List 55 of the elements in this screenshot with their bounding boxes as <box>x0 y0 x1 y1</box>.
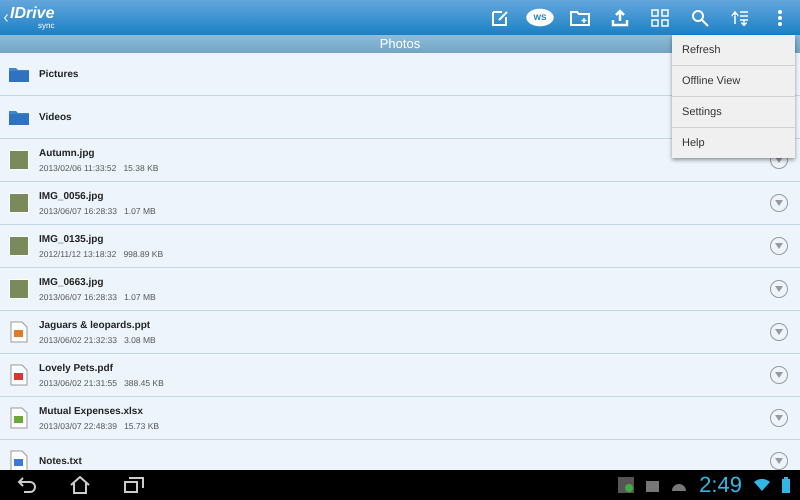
file-name: Videos <box>39 112 72 122</box>
grid-view-icon[interactable] <box>651 8 669 26</box>
document-icon <box>10 407 28 429</box>
file-name: Pictures <box>39 68 78 80</box>
menu-item[interactable]: Refresh <box>672 35 795 66</box>
menu-item[interactable]: Offline View <box>672 66 795 97</box>
file-details: 2013/03/07 22:48:39 15.73 KB <box>39 420 160 430</box>
file-row[interactable]: Mutual Expenses.xlsx 2013/03/07 22:48:39 15.73 KB <box>0 397 800 440</box>
photo-placeholder <box>9 193 29 213</box>
file-row[interactable]: Jaguars & leopards.ppt 2013/06/02 21:32:33 3.08 MB <box>0 311 800 354</box>
file-details: 2012/11/12 13:18:32 998.89 KB <box>39 248 164 258</box>
menu-item[interactable]: Settings <box>672 97 795 128</box>
search-icon[interactable] <box>691 8 709 26</box>
file-row[interactable]: IMG_0056.jpg 2013/06/07 16:28:33 1.07 MB <box>0 182 800 225</box>
edit-icon[interactable] <box>491 8 509 26</box>
logo[interactable]: IDrive sync <box>10 6 54 30</box>
file-name: Notes.txt <box>39 456 82 466</box>
more-menu-icon[interactable] <box>777 8 783 26</box>
expand-caret-icon[interactable] <box>770 409 788 427</box>
document-icon <box>10 450 28 470</box>
back-chevron-icon[interactable] <box>4 14 8 22</box>
file-details: 2013/02/06 11:33:52 15.38 KB <box>39 162 158 172</box>
clock: 2:49 <box>699 472 742 498</box>
file-name: IMG_0135.jpg <box>39 234 104 244</box>
file-name: Mutual Expenses.xlsx <box>39 406 143 416</box>
document-icon <box>10 321 28 343</box>
file-details: 2013/06/07 16:28:33 1.07 MB <box>39 292 156 302</box>
expand-caret-icon[interactable] <box>770 194 788 212</box>
folder-icon <box>9 66 29 82</box>
battery-icon <box>782 477 790 493</box>
sort-icon[interactable] <box>731 10 749 26</box>
upload-icon[interactable] <box>611 8 629 26</box>
document-icon <box>10 364 28 386</box>
file-name: IMG_0663.jpg <box>39 276 104 288</box>
file-details: 2013/06/02 21:32:33 3.08 MB <box>39 334 156 344</box>
file-name: Lovely Pets.pdf <box>39 362 113 374</box>
file-details: 2013/06/02 21:31:55 388.45 KB <box>39 378 164 388</box>
expand-caret-icon[interactable] <box>770 280 788 298</box>
expand-caret-icon[interactable] <box>770 366 788 384</box>
file-details: 2013/06/07 16:28:33 1.07 MB <box>39 206 156 216</box>
expand-caret-icon[interactable] <box>770 237 788 255</box>
file-row[interactable]: IMG_0663.jpg 2013/06/07 16:28:33 1.07 MB <box>0 268 800 311</box>
file-name: Autumn.jpg <box>39 148 95 158</box>
new-folder-icon[interactable] <box>570 10 590 26</box>
file-row[interactable]: IMG_0135.jpg 2012/11/12 13:18:32 998.89 KB <box>0 225 800 268</box>
photo-placeholder <box>9 236 29 256</box>
file-name: IMG_0056.jpg <box>39 190 104 202</box>
folder-icon <box>9 109 29 125</box>
expand-caret-icon[interactable] <box>770 323 788 341</box>
photo-placeholder <box>9 279 29 299</box>
file-row[interactable]: Lovely Pets.pdf 2013/06/02 21:31:55 388.45 KB <box>0 354 800 397</box>
file-name: Jaguars & leopards.ppt <box>39 320 150 330</box>
wifi-icon <box>754 479 770 491</box>
notification-icon <box>618 477 634 493</box>
photo-placeholder <box>9 150 29 170</box>
